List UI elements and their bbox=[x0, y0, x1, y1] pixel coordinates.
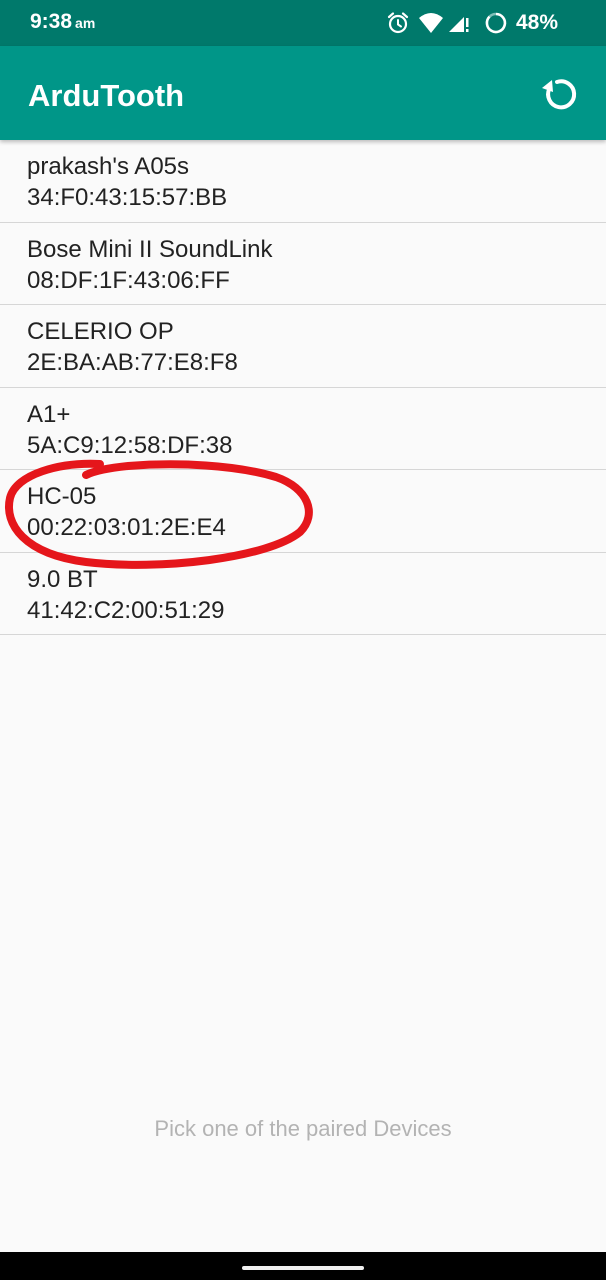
device-item[interactable]: prakash's A05s 34:F0:43:15:57:BB bbox=[0, 140, 606, 223]
device-mac-address: 34:F0:43:15:57:BB bbox=[27, 184, 228, 211]
clock-ampm: am bbox=[75, 15, 96, 31]
device-item[interactable]: CELERIO OP 2E:BA:AB:77:E8:F8 bbox=[0, 305, 606, 388]
device-name: prakash's A05s bbox=[27, 153, 190, 180]
app-title: ArduTooth bbox=[28, 78, 185, 113]
device-mac-address: 2E:BA:AB:77:E8:F8 bbox=[27, 349, 238, 376]
device-mac-address: 5A:C9:12:58:DF:38 bbox=[27, 431, 233, 459]
clock-text: 9:38 bbox=[30, 10, 73, 33]
refresh-icon bbox=[542, 79, 577, 110]
wifi-icon bbox=[419, 13, 443, 33]
device-name: HC-05 bbox=[27, 483, 97, 510]
device-item[interactable]: A1+ 5A:C9:12:58:DF:38 bbox=[0, 388, 606, 470]
battery-saver-icon bbox=[485, 12, 507, 34]
device-item-hc05[interactable]: HC-05 00:22:03:01:2E:E4 bbox=[0, 470, 606, 553]
device-name: 9.0 BT bbox=[27, 565, 98, 593]
device-mac-address: 00:22:03:01:2E:E4 bbox=[27, 514, 226, 541]
alarm-icon bbox=[387, 12, 409, 34]
device-name: Bose Mini II SoundLink bbox=[27, 235, 273, 263]
status-bar: 9:38 am 48% bbox=[0, 0, 606, 46]
hint-text: Pick one of the paired Devices bbox=[154, 1116, 452, 1141]
status-time: 9:38 am bbox=[30, 10, 95, 34]
paired-device-list: prakash's A05s 34:F0:43:15:57:BB Bose Mi… bbox=[0, 140, 606, 635]
navigation-bar bbox=[0, 1252, 606, 1280]
battery-percent: 48% bbox=[515, 11, 558, 34]
signal-icon bbox=[449, 17, 469, 32]
device-name: A1+ bbox=[27, 400, 71, 428]
refresh-button[interactable] bbox=[532, 70, 582, 120]
home-gesture-handle[interactable] bbox=[242, 1266, 364, 1270]
device-item[interactable]: 9.0 BT 41:42:C2:00:51:29 bbox=[0, 553, 606, 635]
device-mac-address: 08:DF:1F:43:06:FF bbox=[27, 266, 230, 294]
app-bar: ArduTooth bbox=[0, 46, 606, 140]
device-item[interactable]: Bose Mini II SoundLink 08:DF:1F:43:06:FF bbox=[0, 223, 606, 305]
device-name: CELERIO OP bbox=[27, 318, 174, 345]
device-mac-address: 41:42:C2:00:51:29 bbox=[27, 596, 225, 624]
